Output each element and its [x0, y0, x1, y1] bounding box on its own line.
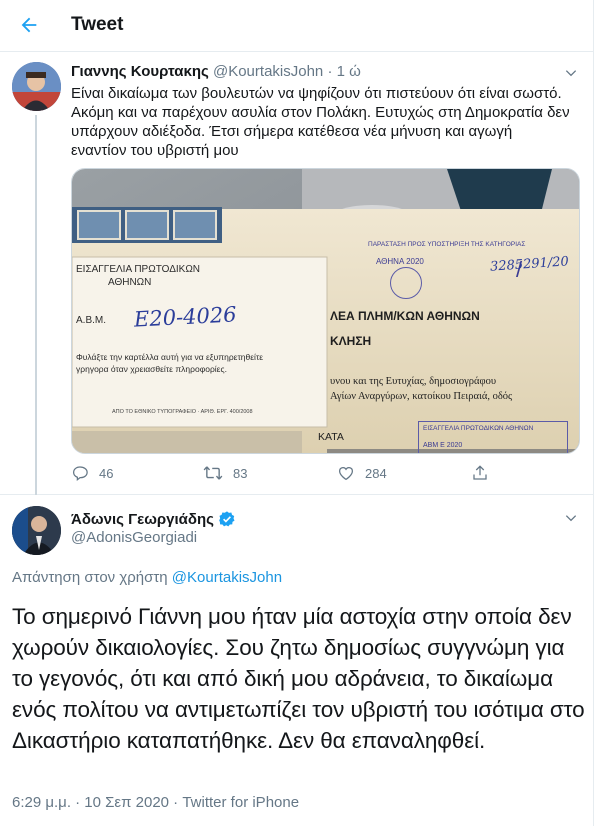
focused-tweet-text: Το σημερινό Γιάννη μου ήταν μία αστοχία …: [12, 604, 585, 753]
tweet-timestamp[interactable]: 6:29 μ.μ. · 10 Σεπ 2020 · Twitter for iP…: [12, 794, 299, 811]
tweet-photo[interactable]: / ΕΙΣΑΓΓΕΛΙΑ ΠΡΩΤΟΔΙΚΩΝ ΑΘΗΝΩΝ Α.Β.Μ. Ε2…: [71, 168, 580, 454]
stamp-heading: ΠΑΡΑΣΤΑΣΗ ΠΡΟΣ ΥΠΟΣΤΗΡΙΞΗ ΤΗΣ ΚΑΤΗΓΟΡΙΑΣ: [368, 241, 526, 248]
verified-badge-icon: [219, 511, 235, 527]
more-options-button[interactable]: [562, 509, 580, 527]
bottom-stamp-sub: ΑΒΜ Ε 2020: [423, 442, 463, 449]
back-button[interactable]: [14, 10, 44, 40]
like-button[interactable]: 284: [337, 464, 387, 482]
parent-tweet[interactable]: Γιαννης Κουρτακης @KourtakisJohn · 1 ώ Ε…: [0, 52, 594, 495]
chevron-down-icon: [565, 515, 577, 522]
author-name-line: Άδωνις Γεωργιάδης: [71, 510, 236, 528]
doc-line-4: Αγίων Αναργύρων, κατοίκου Πειραιά, οδός: [330, 391, 513, 402]
avatar[interactable]: [12, 506, 61, 555]
dot-separator: ·: [327, 63, 333, 80]
tweet-text: Είναι δικαίωμα των βουλευτών να ψηφίζουν…: [71, 85, 570, 159]
retweet-button[interactable]: 83: [203, 464, 247, 482]
doc-line-5: ΚΑΤΑ: [318, 431, 344, 443]
like-count: 284: [365, 465, 387, 481]
card-abm-label: Α.Β.Μ.: [76, 315, 107, 326]
stamp-circle: [390, 267, 422, 299]
tweet-actions: 46 83 284: [71, 464, 531, 486]
card-footer: ΑΠΟ ΤΟ ΕΘΝΙΚΟ ΤΥΠΟΓΡΑΦΕΙΟ · ΑΡΙΘ. ΕΡΓ. 4…: [112, 409, 253, 415]
card-title-1: ΕΙΣΑΓΓΕΛΙΑ ΠΡΩΤΟΔΙΚΩΝ: [76, 264, 201, 275]
retweet-count: 83: [233, 465, 248, 481]
focused-tweet-header: Άδωνις Γεωργιάδης @AdonisGeorgiadi: [0, 496, 594, 566]
stamp-date: ΑΘΗΝΑ 2020: [376, 257, 424, 266]
page-header: Tweet: [0, 0, 594, 52]
arrow-left-icon: [21, 17, 37, 33]
tweet-page: Tweet Γιαννης Κουρτακης @KourtakisJohn ·…: [0, 0, 594, 826]
share-button[interactable]: [471, 464, 489, 482]
reply-icon: [72, 466, 88, 482]
doc-line-1: ΛΕΑ ΠΛΗΜ/ΚΩΝ ΑΘΗΝΩΝ: [330, 309, 480, 323]
reply-button[interactable]: 46: [71, 464, 113, 482]
author-name[interactable]: Άδωνις Γεωργιάδης: [71, 511, 214, 528]
card-note-2: γρηγορα όταν χρειασθείτε πληροφορίες.: [76, 364, 227, 374]
reply-count: 46: [99, 465, 114, 481]
thread-connector: [35, 115, 37, 495]
heart-icon: [338, 467, 354, 481]
reply-prefix: Απάντηση στον χρήστη: [12, 569, 168, 586]
share-icon: [473, 465, 487, 480]
chevron-down-icon: [565, 70, 577, 77]
page-title: Tweet: [71, 14, 124, 35]
author-name[interactable]: Γιαννης Κουρτακης: [71, 63, 209, 80]
more-options-button[interactable]: [562, 64, 580, 82]
bottom-stamp: ΕΙΣΑΓΓΕΛΙΑ ΠΡΩΤΟΔΙΚΩΝ ΑΘΗΝΩΝ ΑΒΜ Ε 2020: [418, 421, 568, 453]
reply-handle-link[interactable]: @KourtakisJohn: [172, 569, 282, 586]
doc-line-2: ΚΛΗΣΗ: [330, 334, 372, 348]
replying-to: Απάντηση στον χρήστη @KourtakisJohn: [12, 569, 282, 586]
retweet-icon: [203, 466, 223, 480]
author-handle[interactable]: @KourtakisJohn: [213, 63, 323, 80]
card-note-1: Φυλάξτε την καρτέλλα αυτή για να εξυπηρε…: [76, 352, 264, 362]
doc-line-3: υνου και της Ευτυχίας, δημοσιογράφου: [330, 376, 497, 387]
bottom-stamp-title: ΕΙΣΑΓΓΕΛΙΑ ΠΡΩΤΟΔΙΚΩΝ ΑΘΗΝΩΝ: [423, 425, 534, 432]
author-handle[interactable]: @AdonisGeorgiadi: [71, 529, 197, 546]
avatar[interactable]: [12, 62, 61, 111]
tweet-time[interactable]: 1 ώ: [337, 63, 361, 80]
card-title-2: ΑΘΗΝΩΝ: [108, 277, 152, 288]
tweet-author-line: Γιαννης Κουρτακης @KourtakisJohn · 1 ώ: [71, 63, 361, 80]
